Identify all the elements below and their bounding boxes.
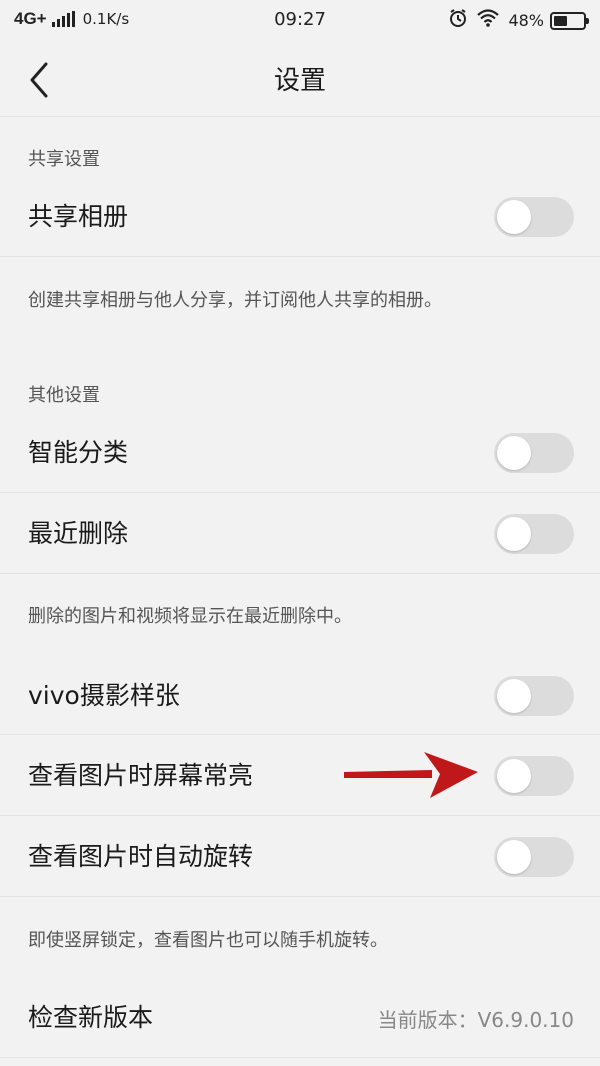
row-recently-deleted: 最近删除 bbox=[0, 492, 600, 572]
smart-classify-label: 智能分类 bbox=[28, 438, 129, 467]
shared-album-description: 创建共享相册与他人分享，并订阅他人共享的相册。 bbox=[28, 290, 442, 311]
battery-percent: 48% bbox=[508, 11, 544, 30]
toggle-knob bbox=[497, 759, 531, 793]
row-check-update[interactable]: 检查新版本 当前版本：V6.9.0.10 bbox=[0, 976, 600, 1056]
alarm-icon bbox=[448, 8, 468, 33]
auto-rotate-label: 查看图片时自动旋转 bbox=[28, 842, 254, 871]
toggle-knob bbox=[497, 679, 531, 713]
smart-classify-toggle[interactable] bbox=[494, 433, 574, 473]
divider bbox=[0, 573, 600, 574]
recently-deleted-label: 最近删除 bbox=[28, 519, 129, 548]
shared-album-label: 共享相册 bbox=[28, 202, 129, 231]
toggle-knob bbox=[497, 436, 531, 470]
row-vivo-photo-sample: vivo摄影样张 bbox=[0, 654, 600, 734]
vivo-photo-sample-label: vivo摄影样张 bbox=[28, 681, 180, 710]
toggle-knob bbox=[497, 517, 531, 551]
status-right: 48% bbox=[440, 8, 589, 33]
recently-deleted-description: 删除的图片和视频将显示在最近删除中。 bbox=[28, 606, 352, 627]
vivo-photo-sample-toggle[interactable] bbox=[494, 676, 574, 716]
screen-always-on-toggle[interactable] bbox=[494, 756, 574, 796]
wifi-icon bbox=[476, 8, 500, 33]
row-smart-classify: 智能分类 bbox=[0, 411, 600, 491]
row-auto-rotate: 查看图片时自动旋转 bbox=[0, 815, 600, 895]
header: 设置 bbox=[0, 40, 600, 117]
annotation-arrow-icon bbox=[344, 752, 478, 798]
toggle-knob bbox=[497, 840, 531, 874]
auto-rotate-toggle[interactable] bbox=[494, 837, 574, 877]
divider bbox=[0, 1057, 600, 1058]
battery-icon bbox=[550, 11, 589, 30]
row-screen-always-on: 查看图片时屏幕常亮 bbox=[0, 734, 600, 814]
toggle-knob bbox=[497, 200, 531, 234]
divider bbox=[0, 896, 600, 897]
page-title: 设置 bbox=[273, 66, 326, 96]
section-label-sharing: 共享设置 bbox=[28, 149, 100, 170]
current-version: 当前版本：V6.9.0.10 bbox=[377, 1008, 574, 1032]
recently-deleted-toggle[interactable] bbox=[494, 514, 574, 554]
check-update-label: 检查新版本 bbox=[28, 1003, 154, 1032]
status-bar: 4G+ 0.1K/s 09:27 48% bbox=[0, 0, 600, 40]
section-label-other: 其他设置 bbox=[28, 385, 100, 406]
row-shared-album: 共享相册 bbox=[0, 175, 600, 255]
shared-album-toggle[interactable] bbox=[494, 197, 574, 237]
auto-rotate-description: 即使竖屏锁定，查看图片也可以随手机旋转。 bbox=[28, 930, 388, 951]
divider bbox=[0, 256, 600, 257]
screen-always-on-label: 查看图片时屏幕常亮 bbox=[28, 761, 254, 790]
